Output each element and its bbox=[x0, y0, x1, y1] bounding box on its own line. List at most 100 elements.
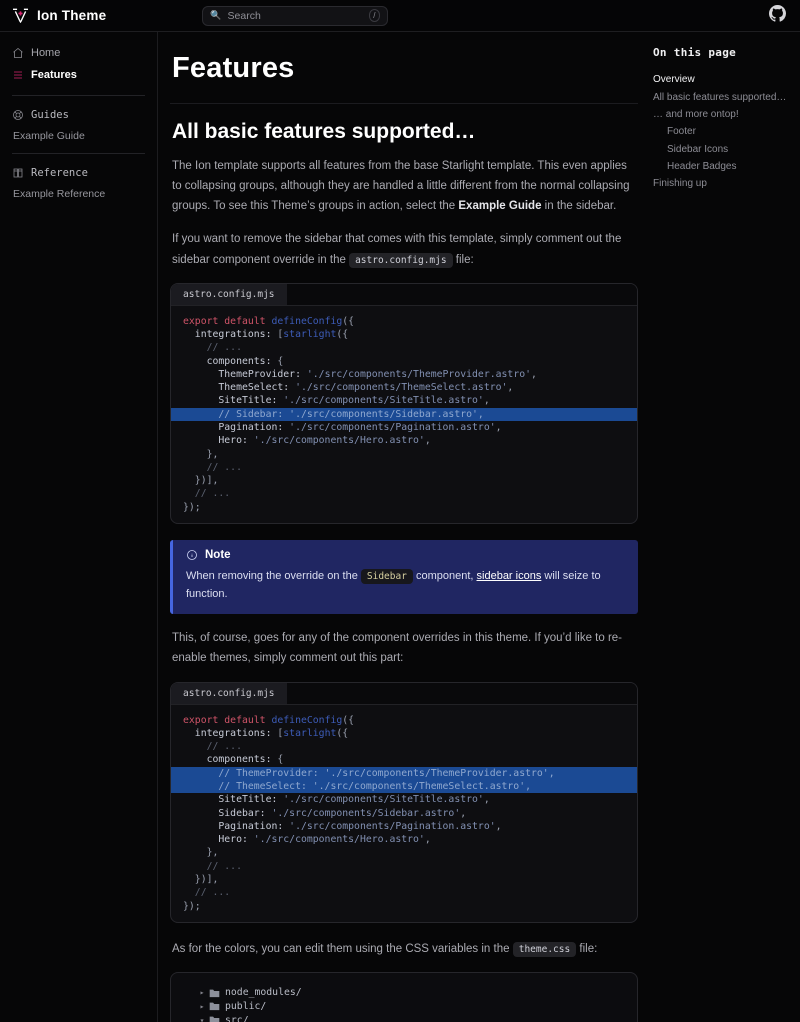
code-line: // ... bbox=[171, 886, 637, 899]
code-line: ThemeSelect: './src/components/ThemeSele… bbox=[171, 381, 637, 394]
code-line: export default defineConfig({ bbox=[171, 714, 637, 727]
code-line: Pagination: './src/components/Pagination… bbox=[171, 421, 637, 434]
toc-link[interactable]: … and more ontop! bbox=[653, 106, 790, 123]
code-line: // ... bbox=[171, 341, 637, 354]
inline-link[interactable]: sidebar icons bbox=[477, 570, 542, 582]
code-token: }); bbox=[183, 502, 201, 513]
code-token: './src/components/ThemeSelect.astro' bbox=[295, 382, 507, 393]
code-token: './src/components/Pagination.astro' bbox=[289, 821, 495, 832]
code-line: integrations: [starlight({ bbox=[171, 328, 637, 341]
code-token: './src/components/Pagination.astro' bbox=[289, 422, 495, 433]
tree-folder-row[interactable]: ▸public/ bbox=[183, 1000, 625, 1014]
code-line: export default defineConfig({ bbox=[171, 315, 637, 328]
sidebar-group-reference[interactable]: Reference bbox=[12, 163, 145, 183]
code-token: , bbox=[496, 422, 502, 433]
toc-link[interactable]: Overview bbox=[653, 71, 790, 88]
code-block-filename: astro.config.mjs bbox=[171, 683, 287, 704]
code-line: ThemeProvider: './src/components/ThemePr… bbox=[171, 368, 637, 381]
note-title: Note bbox=[205, 549, 231, 561]
code-token: ThemeProvider: bbox=[183, 369, 307, 380]
code-block-1: astro.config.mjs export default defineCo… bbox=[170, 283, 638, 524]
code-line: })], bbox=[171, 474, 637, 487]
code-line: components: { bbox=[171, 355, 637, 368]
code-line: }); bbox=[171, 501, 637, 514]
info-icon bbox=[186, 549, 198, 561]
code-line: }); bbox=[171, 900, 637, 913]
code-line: // ... bbox=[171, 461, 637, 474]
code-token: starlight bbox=[283, 728, 336, 739]
section-divider bbox=[170, 103, 638, 104]
toc-link[interactable]: Sidebar Icons bbox=[653, 141, 790, 158]
code-token: // ThemeSelect: './src/components/ThemeS… bbox=[183, 781, 531, 792]
code-token: // ... bbox=[183, 741, 242, 752]
code-line-highlighted: // ThemeSelect: './src/components/ThemeS… bbox=[171, 780, 637, 793]
code-token: './src/components/Hero.astro' bbox=[254, 435, 425, 446]
code-token: { bbox=[277, 754, 283, 765]
sidebar-item-example-reference[interactable]: Example Reference bbox=[12, 183, 145, 202]
code-token: })], bbox=[183, 475, 218, 486]
toc-title: On this page bbox=[653, 46, 790, 59]
code-line-highlighted: // ThemeProvider: './src/components/Them… bbox=[171, 767, 637, 780]
sidebar-divider bbox=[12, 95, 145, 96]
code-token: // ... bbox=[183, 488, 230, 499]
code-line: }, bbox=[171, 846, 637, 859]
code-token: './src/components/ThemeProvider.astro' bbox=[307, 369, 531, 380]
tree-folder-row[interactable]: ▾src/ bbox=[183, 1013, 625, 1022]
tree-folder-row[interactable]: ▸node_modules/ bbox=[183, 986, 625, 1000]
right-sidebar: On this page OverviewAll basic features … bbox=[648, 32, 800, 1022]
code-block-body: export default defineConfig({ integratio… bbox=[171, 705, 637, 922]
sidebar-item-features[interactable]: Features bbox=[12, 64, 145, 86]
code-token: SiteTitle: bbox=[183, 395, 283, 406]
page-title: Features bbox=[172, 52, 638, 85]
search-bar[interactable]: 🔍 / bbox=[202, 6, 388, 26]
code-line: // ... bbox=[171, 860, 637, 873]
inline-code: astro.config.mjs bbox=[349, 253, 453, 268]
toc-link[interactable]: Header Badges bbox=[653, 158, 790, 175]
code-line: SiteTitle: './src/components/SiteTitle.a… bbox=[171, 394, 637, 407]
ion-logo-icon bbox=[12, 8, 29, 23]
tree-folder-label: node_modules/ bbox=[225, 987, 302, 998]
toc-link[interactable]: Finishing up bbox=[653, 175, 790, 192]
code-token: // ... bbox=[183, 861, 242, 872]
site-title: Ion Theme bbox=[37, 8, 106, 23]
code-token: , bbox=[507, 382, 513, 393]
folder-icon bbox=[209, 1015, 220, 1022]
code-token: ThemeSelect: bbox=[183, 382, 295, 393]
code-token: integrations: bbox=[183, 329, 277, 340]
code-token: , bbox=[484, 794, 490, 805]
bold-text: Example Guide bbox=[458, 200, 541, 212]
code-token: defineConfig bbox=[271, 715, 342, 726]
site-logo[interactable]: Ion Theme bbox=[12, 8, 106, 23]
code-token: Sidebar: bbox=[183, 808, 271, 819]
search-icon: 🔍 bbox=[210, 10, 221, 21]
note-callout: Note When removing the override on the S… bbox=[170, 540, 638, 614]
section-heading: All basic features supported… bbox=[172, 120, 638, 144]
toc-list: OverviewAll basic features supported…… a… bbox=[653, 71, 790, 193]
code-token: // ... bbox=[183, 462, 242, 473]
code-token: './src/components/Sidebar.astro' bbox=[271, 808, 460, 819]
toc-link[interactable]: All basic features supported… bbox=[653, 88, 790, 105]
note-header: Note bbox=[186, 549, 625, 561]
caret-down-icon: ▾ bbox=[197, 1016, 207, 1022]
toc-link[interactable]: Footer bbox=[653, 123, 790, 140]
code-token: './src/components/SiteTitle.astro' bbox=[283, 794, 484, 805]
code-token: SiteTitle: bbox=[183, 794, 283, 805]
left-sidebar: Home Features Guides Example Guide Refer… bbox=[0, 32, 158, 1022]
code-token: })], bbox=[183, 874, 218, 885]
code-token: export default bbox=[183, 715, 271, 726]
code-token: , bbox=[425, 435, 431, 446]
sidebar-item-home[interactable]: Home bbox=[12, 42, 145, 64]
code-line: })], bbox=[171, 873, 637, 886]
sidebar-item-label: Features bbox=[31, 69, 77, 81]
sidebar-group-guides[interactable]: Guides bbox=[12, 105, 145, 125]
code-line: Hero: './src/components/Hero.astro', bbox=[171, 833, 637, 846]
code-token: , bbox=[460, 808, 466, 819]
code-token: ({ bbox=[336, 728, 348, 739]
site-header: Ion Theme 🔍 / bbox=[0, 0, 800, 32]
code-line: integrations: [starlight({ bbox=[171, 727, 637, 740]
sidebar-item-example-guide[interactable]: Example Guide bbox=[12, 125, 145, 144]
github-link[interactable] bbox=[769, 5, 786, 27]
code-line: Hero: './src/components/Hero.astro', bbox=[171, 434, 637, 447]
lifebuoy-icon bbox=[12, 109, 24, 121]
search-input[interactable] bbox=[228, 10, 363, 22]
